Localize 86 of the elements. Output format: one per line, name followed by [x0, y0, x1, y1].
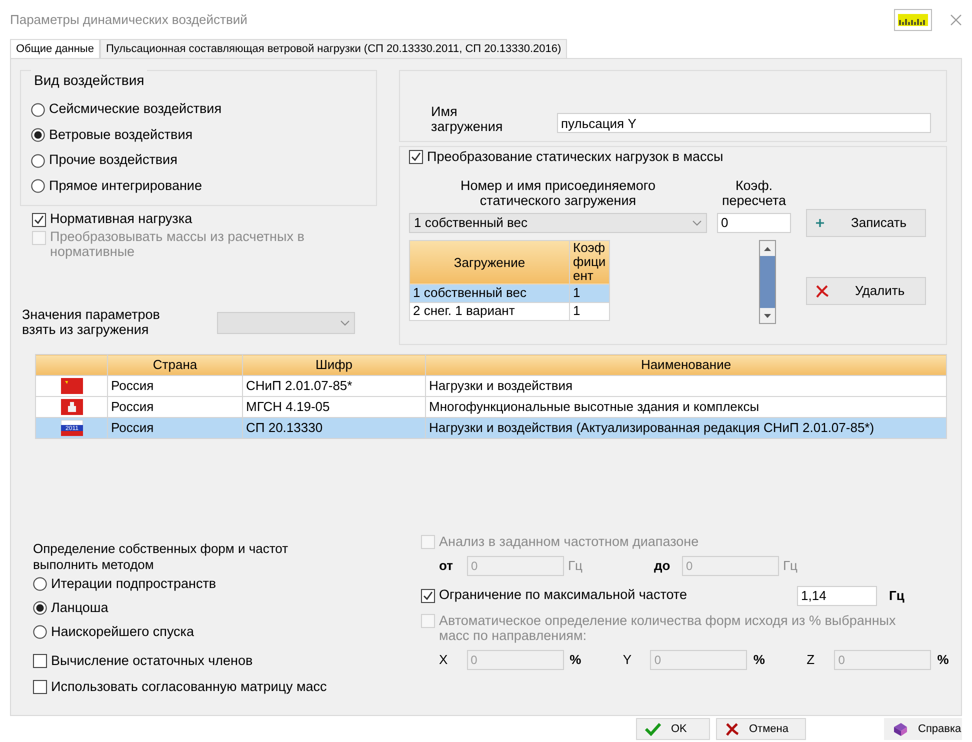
coefficient-field[interactable]: 0 — [717, 212, 791, 233]
ruler-icon — [898, 14, 928, 26]
method-label: Определение собственных форм и частот выполнить методом — [33, 541, 290, 572]
column-header[interactable]: Коэффициент — [570, 240, 610, 284]
scroll-up-icon[interactable] — [760, 240, 775, 256]
flag-icon — [60, 399, 82, 415]
checkbox[interactable] — [409, 150, 423, 164]
table-cell: 1 — [570, 302, 610, 320]
checkbox-label: Использовать согласованную матрицу масс — [51, 680, 327, 695]
radio-label: Наискорейшего спуска — [51, 624, 194, 640]
checkbox-label: Нормативная нагрузка — [50, 212, 192, 227]
checkbox-label: Преобразование статических нагрузок в массы — [427, 150, 724, 165]
caret-icon — [340, 320, 350, 326]
scrollbar[interactable] — [759, 240, 776, 324]
add-button[interactable]: Записать — [806, 208, 926, 237]
radio-label: Сейсмические воздействия — [49, 102, 222, 118]
checkbox-label: Преобразовывать массы из расчетных в нормативные — [50, 230, 306, 260]
radio-label: Прямое интегрирование — [49, 178, 202, 194]
checkbox[interactable] — [33, 654, 47, 668]
table-cell: СНиП 2.01.07-85* — [242, 376, 426, 396]
cancel-button[interactable]: Отмена — [716, 718, 806, 740]
checkbox-label: Вычисление остаточных членов — [51, 654, 253, 669]
radio-button[interactable] — [31, 128, 45, 142]
cross-icon — [725, 722, 739, 736]
checkbox-label: Анализ в заданном частотном диапазоне — [439, 535, 699, 550]
unit-label: Гц — [782, 557, 798, 576]
checkbox[interactable] — [33, 680, 47, 694]
table-cell: Россия — [108, 418, 242, 438]
table-cell: 1 собственный вес — [410, 284, 570, 302]
ruler-button[interactable] — [894, 9, 932, 31]
radio-button[interactable] — [31, 179, 45, 194]
unit-label: % — [752, 650, 766, 669]
tab[interactable]: Пульсационная составляющая ветровой нагрузки (СП 20.13330.2011, СП 20.13330.2016) — [100, 38, 568, 58]
radio-label: Ланцоша — [51, 600, 108, 616]
help-button[interactable]: Справка — [884, 718, 962, 740]
scroll-down-icon[interactable] — [760, 308, 775, 323]
radio-button[interactable] — [33, 577, 47, 592]
field-label: Имя загружения — [431, 105, 504, 135]
radio-label: Прочие воздействия — [49, 153, 178, 168]
column-header[interactable]: Страна — [108, 354, 242, 376]
table-cell: 2 снег. 1 вариант — [410, 302, 570, 320]
caret-icon — [692, 220, 702, 226]
checkbox[interactable] — [32, 213, 46, 227]
radio-button[interactable] — [31, 102, 45, 117]
load-select[interactable]: 1 собственный вес — [409, 212, 707, 233]
frequency-field[interactable]: 1,14 — [797, 586, 877, 606]
table-row[interactable]: Россия СНиП 2.01.07-85* Нагрузки и воздействия — [36, 376, 946, 396]
unit-label: Гц — [889, 587, 904, 606]
delete-button[interactable]: Удалить — [806, 276, 926, 305]
column-label: Номер и имя присоединяемого статического загружения — [459, 178, 657, 210]
cross-icon — [815, 284, 829, 298]
radio-label: Ветровые воздействия — [49, 128, 193, 143]
window-title: Параметры динамических воздействий — [10, 11, 248, 30]
checkbox-label: Автоматическое определение количества форм исходя из % выбранных масс по направлениям: — [439, 614, 897, 644]
table-cell: СП 20.13330 — [242, 418, 426, 438]
check-icon — [645, 722, 661, 736]
field-label: от — [439, 557, 454, 576]
column-header[interactable]: Наименование — [426, 354, 946, 376]
ok-button[interactable]: OK — [636, 718, 710, 740]
table-cell: Нагрузки и воздействия (Актуализированная редакция СНиП 2.01.07-85*) — [426, 418, 946, 438]
column-label: Коэф. пересчета — [720, 178, 788, 210]
field-label: Значения параметров взять из загружения — [22, 308, 161, 338]
radio-label: Итерации подпространств — [51, 576, 216, 592]
radio-button[interactable] — [33, 601, 47, 616]
load-name-field[interactable]: пульсация Y — [557, 113, 931, 133]
unit-label: Гц — [567, 557, 584, 576]
table-cell: Россия — [108, 376, 242, 396]
flag-icon — [60, 378, 82, 394]
unit-label: % — [936, 650, 950, 669]
plus-icon — [815, 218, 825, 228]
close-icon[interactable] — [950, 14, 962, 26]
field-label: до — [654, 557, 672, 576]
group-title: Вид воздействия — [31, 70, 148, 91]
radio-button[interactable] — [31, 154, 45, 168]
column-header[interactable]: Шифр — [242, 354, 426, 376]
table-cell: 1 — [570, 284, 610, 302]
axis-label: Z — [806, 650, 816, 669]
checkbox-label: Ограничение по максимальной частоте — [439, 588, 687, 604]
unit-label: % — [568, 650, 582, 669]
radio-button[interactable] — [33, 625, 47, 640]
tab[interactable]: Общие данные — [10, 38, 100, 58]
axis-label: X — [439, 650, 449, 669]
table-cell: Нагрузки и воздействия — [426, 376, 946, 396]
checkbox[interactable] — [421, 588, 435, 603]
column-header[interactable]: Загружение — [410, 240, 570, 284]
axis-label: Y — [622, 650, 632, 669]
